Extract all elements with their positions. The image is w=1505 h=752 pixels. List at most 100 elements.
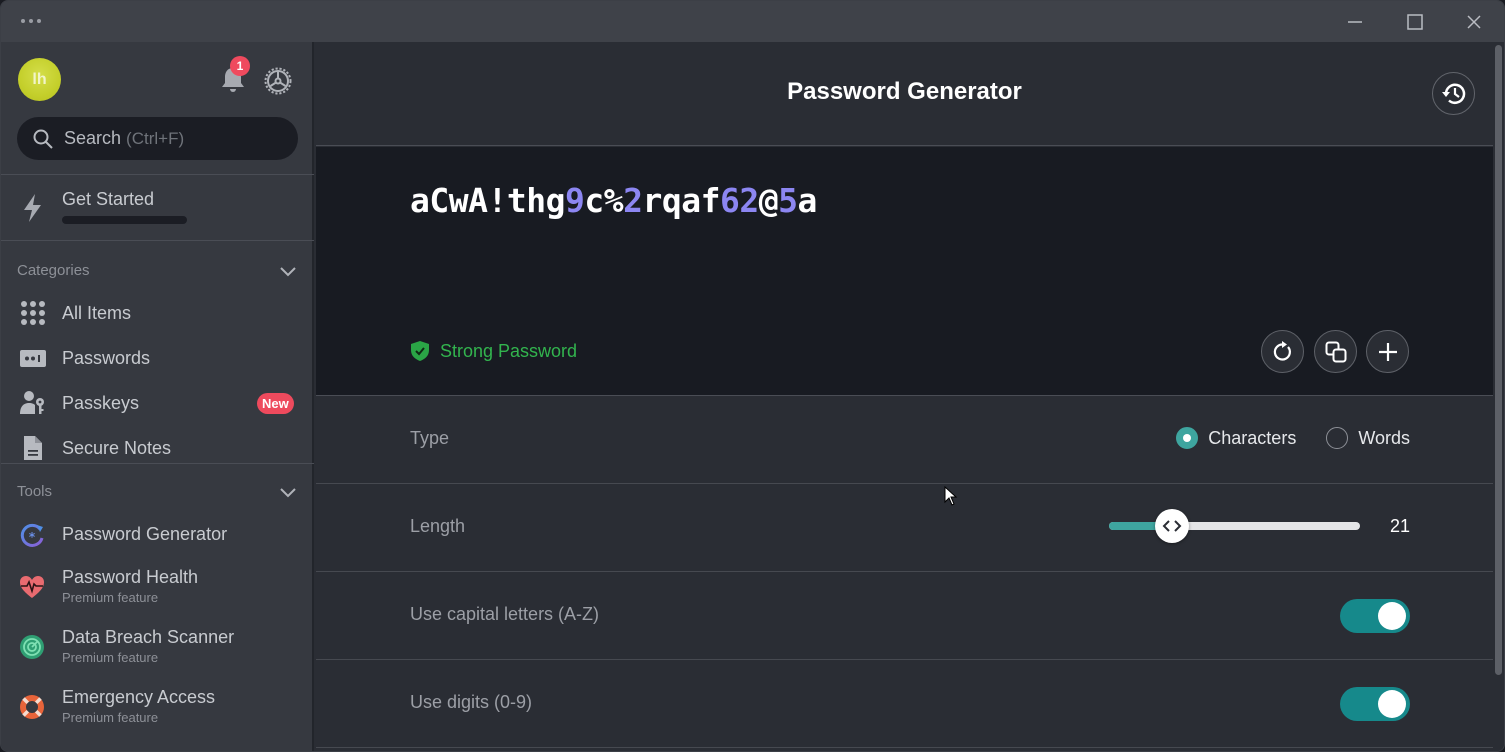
password-char: w bbox=[448, 181, 469, 220]
radio-words-label[interactable]: Words bbox=[1358, 428, 1410, 449]
avatar[interactable]: lh bbox=[18, 58, 61, 101]
sidebar-item-password-generator[interactable]: * Password Generator bbox=[1, 522, 312, 572]
page-title: Password Generator bbox=[787, 78, 1022, 105]
scrollbar[interactable] bbox=[1493, 42, 1504, 751]
capitals-toggle[interactable] bbox=[1340, 599, 1410, 633]
copy-button[interactable] bbox=[1314, 330, 1357, 373]
search-input[interactable]: Search (Ctrl+F) bbox=[17, 117, 298, 160]
sidebar-item-passwords[interactable]: Passwords bbox=[1, 338, 312, 378]
get-started-progress bbox=[62, 216, 187, 224]
refresh-icon bbox=[1273, 340, 1291, 361]
search-placeholder: Search bbox=[64, 128, 122, 148]
capitals-row: Use capital letters (A-Z) bbox=[316, 572, 1493, 660]
sidebar-item-passkeys[interactable]: Passkeys New bbox=[1, 383, 312, 423]
categories-title: Categories bbox=[17, 262, 90, 279]
plus-icon bbox=[1378, 342, 1397, 361]
sidebar-item-label: Secure Notes bbox=[62, 437, 172, 458]
password-char: r bbox=[642, 181, 663, 220]
search-icon bbox=[33, 129, 53, 149]
length-row: Length 21 bbox=[316, 484, 1493, 572]
sidebar-item-data-breach-scanner[interactable]: Data Breach Scanner Premium feature bbox=[1, 627, 312, 677]
tool-label: Password Health bbox=[62, 567, 199, 587]
close-icon bbox=[1467, 15, 1481, 29]
get-started-label: Get Started bbox=[62, 189, 155, 209]
password-char: ! bbox=[487, 181, 508, 220]
length-slider[interactable] bbox=[1109, 509, 1360, 543]
page-header: Password Generator bbox=[316, 42, 1493, 146]
tools-header[interactable]: Tools bbox=[17, 483, 297, 500]
minimize-button[interactable] bbox=[1341, 9, 1369, 35]
mouse-cursor-icon bbox=[944, 486, 958, 506]
sidebar-item-secure-notes[interactable]: Secure Notes bbox=[1, 428, 312, 468]
grid-icon bbox=[21, 301, 45, 325]
shield-check-icon bbox=[411, 341, 429, 361]
sidebar-item-all-items[interactable]: All Items bbox=[1, 293, 312, 333]
avatar-initials: lh bbox=[32, 70, 47, 88]
get-started-item[interactable]: Get Started bbox=[1, 175, 312, 239]
gear-icon[interactable] bbox=[263, 66, 293, 96]
password-char: @ bbox=[758, 181, 779, 220]
close-button[interactable] bbox=[1460, 9, 1488, 35]
sidebar-item-password-health[interactable]: Password Health Premium feature bbox=[1, 567, 312, 617]
lifebuoy-icon bbox=[20, 695, 44, 719]
sidebar: lh 1 Search (Ctrl+F) Get Started Categor… bbox=[1, 42, 314, 751]
sidebar-item-emergency-access[interactable]: Emergency Access Premium feature bbox=[1, 687, 312, 737]
type-radio-group: Characters Words bbox=[1176, 427, 1410, 449]
password-char: A bbox=[468, 181, 488, 220]
password-char: q bbox=[661, 181, 682, 220]
scrollbar-thumb[interactable] bbox=[1495, 45, 1502, 675]
password-digit: 5 bbox=[778, 181, 798, 220]
password-char: a bbox=[797, 181, 818, 220]
history-icon bbox=[1441, 83, 1465, 104]
regenerate-button[interactable] bbox=[1261, 330, 1304, 373]
chevron-down-icon[interactable] bbox=[279, 265, 297, 277]
tool-label: Emergency Access bbox=[62, 687, 216, 707]
radio-characters[interactable] bbox=[1176, 427, 1199, 449]
chevron-left-right-icon bbox=[1162, 520, 1182, 532]
password-icon bbox=[20, 350, 46, 367]
password-char: a bbox=[410, 181, 430, 220]
main-panel: Password Generator aCwA!thg9c%2rqaf62@5a… bbox=[316, 42, 1493, 751]
password-char: h bbox=[526, 181, 546, 220]
password-digit: 6 bbox=[720, 181, 740, 220]
type-label: Type bbox=[410, 428, 450, 448]
passkey-icon bbox=[20, 391, 44, 414]
tools-title: Tools bbox=[17, 483, 53, 500]
password-char: f bbox=[700, 181, 721, 220]
strength-label: Strong Password bbox=[440, 340, 578, 361]
add-button[interactable] bbox=[1366, 330, 1409, 373]
password-digit: 9 bbox=[565, 181, 585, 220]
password-digit: 2 bbox=[739, 181, 759, 220]
radio-words[interactable] bbox=[1326, 427, 1349, 449]
length-slider-thumb[interactable] bbox=[1154, 509, 1189, 543]
categories-header[interactable]: Categories bbox=[17, 262, 297, 279]
digits-toggle[interactable] bbox=[1340, 687, 1410, 721]
sidebar-item-label: Passwords bbox=[62, 347, 151, 368]
more-dots-icon[interactable] bbox=[21, 19, 41, 23]
svg-text:*: * bbox=[29, 530, 36, 544]
lightning-icon bbox=[24, 194, 41, 222]
divider bbox=[1, 240, 314, 241]
new-badge: New bbox=[257, 392, 294, 414]
password-strength: Strong Password bbox=[410, 340, 577, 362]
tool-sublabel: Premium feature bbox=[62, 590, 159, 605]
radar-icon bbox=[20, 635, 44, 659]
history-button[interactable] bbox=[1432, 72, 1475, 115]
password-generator-icon: * bbox=[20, 523, 44, 547]
maximize-icon bbox=[1407, 14, 1423, 30]
radio-characters-label[interactable]: Characters bbox=[1208, 428, 1296, 449]
tool-label: Data Breach Scanner bbox=[62, 627, 235, 647]
tool-sublabel: Premium feature bbox=[62, 710, 159, 725]
tool-sublabel: Premium feature bbox=[62, 650, 159, 665]
app-window: lh 1 Search (Ctrl+F) Get Started Categor… bbox=[0, 0, 1505, 752]
digits-row: Use digits (0-9) bbox=[316, 660, 1493, 748]
password-char: t bbox=[506, 181, 527, 220]
divider bbox=[1, 463, 314, 464]
heart-pulse-icon bbox=[20, 576, 44, 598]
chevron-down-icon[interactable] bbox=[279, 486, 297, 498]
password-char: a bbox=[681, 181, 701, 220]
maximize-button[interactable] bbox=[1401, 9, 1429, 35]
generated-password[interactable]: aCwA!thg9c%2rqaf62@5a bbox=[410, 181, 817, 220]
search-shortcut-hint: (Ctrl+F) bbox=[126, 128, 185, 148]
password-digit: 2 bbox=[623, 181, 643, 220]
